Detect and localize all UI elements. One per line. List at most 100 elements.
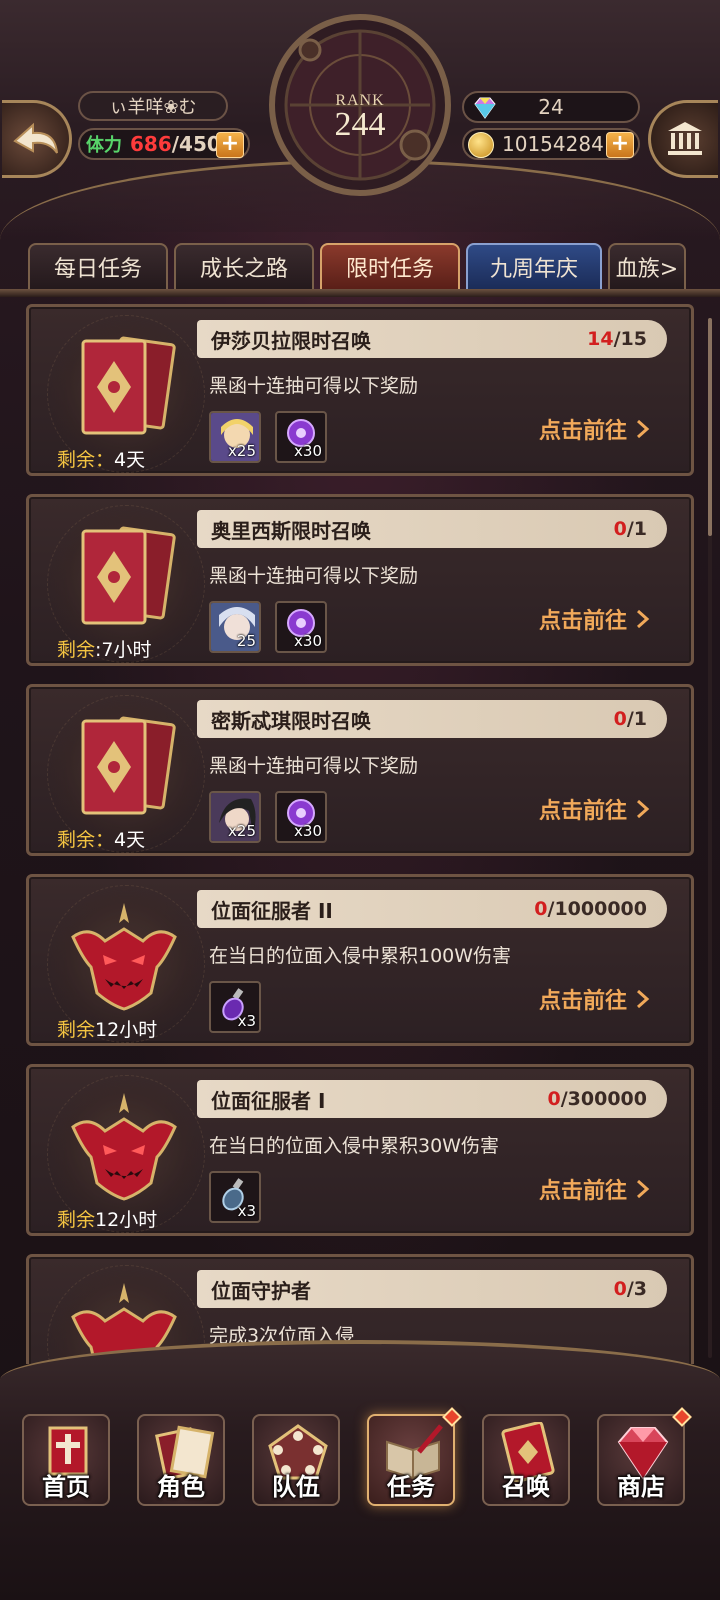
task-title: 奥里西斯限时召唤 bbox=[211, 518, 371, 543]
task-list[interactable]: 剩余：4天 伊莎贝拉限时召唤 14/15 黑函十连抽可得以下奖励 x25 x30… bbox=[26, 304, 694, 1364]
progress-current: 0 bbox=[534, 898, 548, 920]
remain-label: 剩余 bbox=[57, 1209, 96, 1231]
reward-quantity: x30 bbox=[294, 632, 322, 650]
task-title: 位面征服者 II bbox=[211, 898, 333, 923]
reward-purple-orb[interactable]: x30 bbox=[275, 411, 327, 463]
nav-shop[interactable]: 商店 bbox=[597, 1407, 692, 1506]
task-title-bar: 位面征服者 I 0/300000 bbox=[197, 1080, 667, 1118]
chevron-right-icon bbox=[637, 609, 650, 629]
progress-total: /1000000 bbox=[547, 898, 647, 920]
nav-character[interactable]: 角色 bbox=[137, 1414, 225, 1506]
goto-button[interactable]: 点击前往 bbox=[539, 413, 651, 445]
remain-label: 剩余 bbox=[57, 639, 96, 661]
task-card: 剩余12小时 位面征服者 II 0/1000000 在当日的位面入侵中累积100… bbox=[26, 874, 694, 1046]
stamina-label: 体力 bbox=[86, 135, 122, 156]
tab-growth[interactable]: 成长之路 bbox=[174, 243, 314, 289]
remain-label: 剩余 bbox=[57, 1019, 96, 1041]
task-description: 黑函十连抽可得以下奖励 bbox=[209, 565, 419, 587]
nav-label: 首页 bbox=[42, 1473, 90, 1501]
tab-limited[interactable]: 限时任务 bbox=[320, 243, 460, 289]
tab-divider bbox=[0, 289, 720, 297]
bank-building-icon bbox=[667, 122, 702, 155]
task-card: 剩余:7小时 奥里西斯限时召唤 0/1 黑函十连抽可得以下奖励 25 x30 点… bbox=[26, 494, 694, 666]
goto-button[interactable]: 点击前往 bbox=[539, 793, 651, 825]
demon-mask-icon bbox=[71, 1093, 177, 1201]
gem-amount: 24 bbox=[538, 95, 564, 119]
goto-button[interactable]: 点击前往 bbox=[539, 983, 651, 1015]
nav-label: 队伍 bbox=[272, 1473, 320, 1501]
tab-daily[interactable]: 每日任务 bbox=[28, 243, 168, 289]
player-name: ぃ羊咩❀む bbox=[78, 91, 228, 121]
goto-label: 点击前往 bbox=[538, 989, 627, 1014]
progress-total: /300000 bbox=[560, 1088, 647, 1110]
reward-quantity: x25 bbox=[228, 822, 256, 840]
progress-total: /15 bbox=[613, 328, 647, 350]
remain-value: 4天 bbox=[114, 449, 146, 471]
summon-cards-icon bbox=[81, 716, 176, 815]
reward-quantity: 25 bbox=[236, 632, 256, 650]
rank-value: 244 bbox=[334, 106, 386, 143]
task-title-bar: 奥里西斯限时召唤 0/1 bbox=[197, 510, 667, 548]
nav-team[interactable]: 队伍 bbox=[252, 1414, 340, 1506]
tab-vampire[interactable]: 血族> bbox=[608, 243, 686, 289]
reward-quantity: x3 bbox=[237, 1202, 256, 1220]
reward-potion[interactable]: x3 bbox=[209, 981, 261, 1033]
time-remaining: 剩余:7小时 bbox=[57, 635, 152, 662]
gold-counter: 10154284 + bbox=[462, 128, 640, 160]
reward-potion[interactable]: x3 bbox=[209, 1171, 261, 1223]
progress-current: 0 bbox=[613, 1278, 627, 1300]
diamond-gem-icon bbox=[474, 97, 496, 119]
goto-label: 点击前往 bbox=[538, 799, 627, 824]
gem-counter: 24 bbox=[462, 91, 640, 123]
remain-value: 4天 bbox=[114, 829, 146, 851]
stamina-current: 686 bbox=[130, 132, 172, 156]
goto-label: 点击前往 bbox=[538, 419, 627, 444]
stamina-max: /450 bbox=[171, 132, 221, 156]
gold-coin-icon bbox=[468, 132, 494, 158]
demon-mask-icon bbox=[71, 903, 177, 1011]
task-description: 在当日的位面入侵中累积30W伤害 bbox=[209, 1135, 499, 1157]
add-gold-button[interactable]: + bbox=[606, 132, 634, 158]
task-tabs: 每日任务 成长之路 限时任务 九周年庆 血族> bbox=[28, 243, 708, 289]
nav-label: 商店 bbox=[617, 1473, 665, 1501]
goto-button[interactable]: 点击前往 bbox=[539, 603, 651, 635]
nav-quest[interactable]: 任务 bbox=[367, 1407, 462, 1506]
nav-label: 任务 bbox=[387, 1473, 435, 1501]
tab-anniversary[interactable]: 九周年庆 bbox=[466, 243, 602, 289]
task-description: 在当日的位面入侵中累积100W伤害 bbox=[209, 945, 512, 967]
task-title: 位面征服者 I bbox=[211, 1088, 326, 1113]
remain-value: :7小时 bbox=[95, 639, 152, 661]
reward-hero-isabella[interactable]: x25 bbox=[209, 411, 261, 463]
reward-hero-osiris[interactable]: 25 bbox=[209, 601, 261, 653]
reward-quantity: x3 bbox=[237, 1012, 256, 1030]
task-description: 黑函十连抽可得以下奖励 bbox=[209, 375, 419, 397]
reward-hero-mistaqi[interactable]: x25 bbox=[209, 791, 261, 843]
task-card: 剩余12小时 位面征服者 I 0/300000 在当日的位面入侵中累积30W伤害… bbox=[26, 1064, 694, 1236]
back-arrow-icon bbox=[12, 122, 58, 154]
nav-home[interactable]: 首页 bbox=[22, 1414, 110, 1506]
add-stamina-button[interactable]: + bbox=[216, 132, 244, 158]
reward-purple-orb[interactable]: x30 bbox=[275, 791, 327, 843]
time-remaining: 剩余12小时 bbox=[57, 1015, 157, 1042]
task-title-bar: 伊莎贝拉限时召唤 14/15 bbox=[197, 320, 667, 358]
goto-button[interactable]: 点击前往 bbox=[539, 1173, 651, 1205]
progress-total: /1 bbox=[626, 518, 647, 540]
scrollbar-thumb[interactable] bbox=[708, 318, 712, 536]
stamina-display: 体力 686 /450 + bbox=[78, 128, 250, 160]
time-remaining: 剩余12小时 bbox=[57, 1205, 157, 1232]
progress-current: 0 bbox=[613, 708, 627, 730]
time-remaining: 剩余：4天 bbox=[57, 825, 145, 852]
task-card: 剩余：4天 密斯忒琪限时召唤 0/1 黑函十连抽可得以下奖励 x25 x30 点… bbox=[26, 684, 694, 856]
time-remaining: 剩余：4天 bbox=[57, 445, 145, 472]
bank-button[interactable] bbox=[648, 100, 718, 178]
summon-cards-icon bbox=[81, 526, 176, 625]
task-progress: 0/300000 bbox=[548, 1088, 648, 1110]
progress-total: /1 bbox=[626, 708, 647, 730]
reward-purple-orb[interactable]: x30 bbox=[275, 601, 327, 653]
chevron-right-icon bbox=[637, 419, 650, 439]
reward-quantity: x30 bbox=[294, 442, 322, 460]
progress-total: /3 bbox=[626, 1278, 647, 1300]
nav-label: 召唤 bbox=[502, 1473, 550, 1501]
nav-summon[interactable]: 召唤 bbox=[482, 1414, 570, 1506]
gold-amount: 10154284 bbox=[502, 132, 604, 156]
